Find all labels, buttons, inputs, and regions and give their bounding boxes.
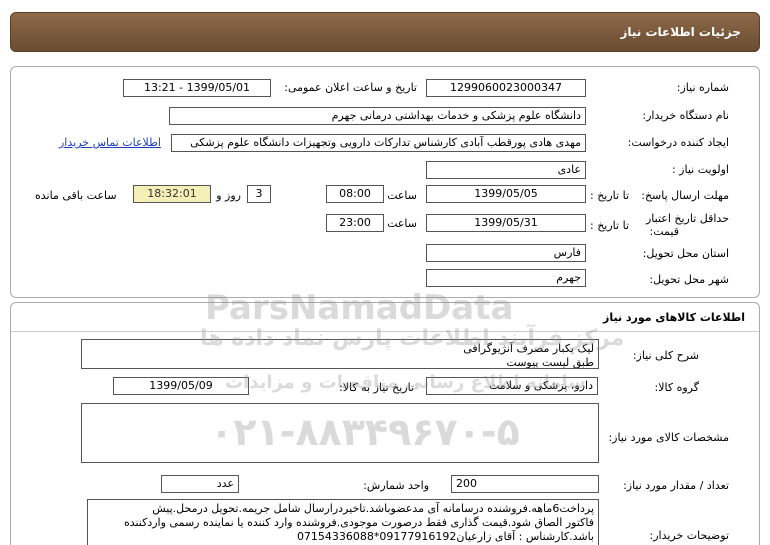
page-title: جزئیات اطلاعات نیاز	[620, 25, 741, 39]
deadline-to-date-label: تا تاریخ :	[590, 189, 629, 202]
priority-field[interactable]: عادی	[426, 161, 586, 179]
description-label: شرح کلی نیاز:	[632, 349, 699, 362]
province-label: استان محل تحویل:	[642, 247, 729, 260]
remaining-time-field: 18:32:01	[133, 185, 211, 203]
goods-panel: اطلاعات کالاهای مورد نیاز شرح کلی نیاز: …	[10, 302, 760, 545]
buyer-org-field[interactable]: دانشگاه علوم پزشکی و خدمات بهداشتی درمان…	[169, 107, 586, 125]
buyer-notes-label: توضیحات خریدار:	[649, 529, 730, 542]
days-label: روز و	[216, 189, 241, 202]
section-divider	[11, 331, 759, 332]
buyer-contact-link[interactable]: اطلاعات تماس خریدار	[59, 136, 161, 149]
deadline-time-label: ساعت	[387, 189, 417, 202]
remaining-label: ساعت باقی مانده	[35, 189, 117, 202]
validity-label-2: قیمت:	[649, 225, 679, 238]
notes-line-2: فاکتور الصاق شود.قیمت گذاری فقط درصورت م…	[123, 516, 594, 529]
deadline-date-field[interactable]: 1399/05/05	[426, 185, 586, 203]
validity-label-1: حداقل تاریخ اعتبار	[645, 212, 729, 225]
notes-line-3: باشد.کارشناس : آقای زارعیان09177916192*0…	[296, 530, 594, 543]
province-field[interactable]: فارس	[426, 244, 586, 262]
unit-field[interactable]: عدد	[161, 475, 239, 493]
validity-time-label: ساعت	[387, 217, 417, 230]
unit-label: واحد شمارش:	[363, 479, 429, 492]
description-field[interactable]: لیک یکبار مصرف آنژیوگرافی طبق لیست پیوست	[81, 339, 599, 369]
deadline-label: مهلت ارسال پاسخ:	[641, 189, 729, 202]
requester-label: ایجاد کننده درخواست:	[627, 136, 729, 149]
city-field[interactable]: جهرم	[426, 269, 586, 287]
validity-date-field[interactable]: 1399/05/31	[426, 214, 586, 232]
announce-date-label: تاریخ و ساعت اعلان عمومی:	[284, 81, 417, 94]
days-remaining-field: 3	[247, 185, 271, 203]
validity-time-field[interactable]: 23:00	[326, 214, 384, 232]
page-header: جزئیات اطلاعات نیاز	[10, 12, 760, 52]
buyer-notes-field[interactable]: پرداخت6ماهه.فروشنده درسامانه آی مدعضوباش…	[87, 499, 599, 545]
description-line-1: لیک یکبار مصرف آنژیوگرافی	[463, 342, 594, 355]
deadline-time-field[interactable]: 08:00	[326, 185, 384, 203]
need-number-field[interactable]: 1299060023000347	[426, 79, 586, 97]
goods-group-field[interactable]: دارو، پزشکی و سلامت	[426, 377, 598, 395]
city-label: شهر محل تحویل:	[649, 273, 729, 286]
validity-to-date-label: تا تاریخ :	[590, 219, 629, 232]
specs-field[interactable]	[81, 403, 599, 463]
quantity-field[interactable]: 200	[451, 475, 599, 493]
priority-label: اولویت نیاز :	[671, 163, 729, 176]
requester-field[interactable]: مهدی هادی پورقطب آبادی کارشناس تدارکات د…	[171, 134, 586, 152]
quantity-label: تعداد / مقدار مورد نیاز:	[623, 479, 729, 492]
description-line-2: طبق لیست پیوست	[506, 356, 594, 369]
goods-group-label: گروه کالا:	[654, 381, 699, 394]
specs-label: مشخصات کالای مورد نیاز:	[608, 431, 729, 444]
need-info-panel: شماره نیاز: 1299060023000347 تاریخ و ساع…	[10, 66, 760, 298]
need-date-label: تاریخ نیاز به کالا:	[339, 381, 414, 394]
buyer-org-label: نام دستگاه خریدار:	[642, 109, 729, 122]
need-date-field[interactable]: 1399/05/09	[113, 377, 249, 395]
need-number-label: شماره نیاز:	[676, 81, 729, 94]
notes-line-1: پرداخت6ماهه.فروشنده درسامانه آی مدعضوباش…	[152, 502, 594, 515]
announce-date-field[interactable]: 1399/05/01 - 13:21	[123, 79, 271, 97]
goods-section-title: اطلاعات کالاهای مورد نیاز	[603, 311, 745, 324]
